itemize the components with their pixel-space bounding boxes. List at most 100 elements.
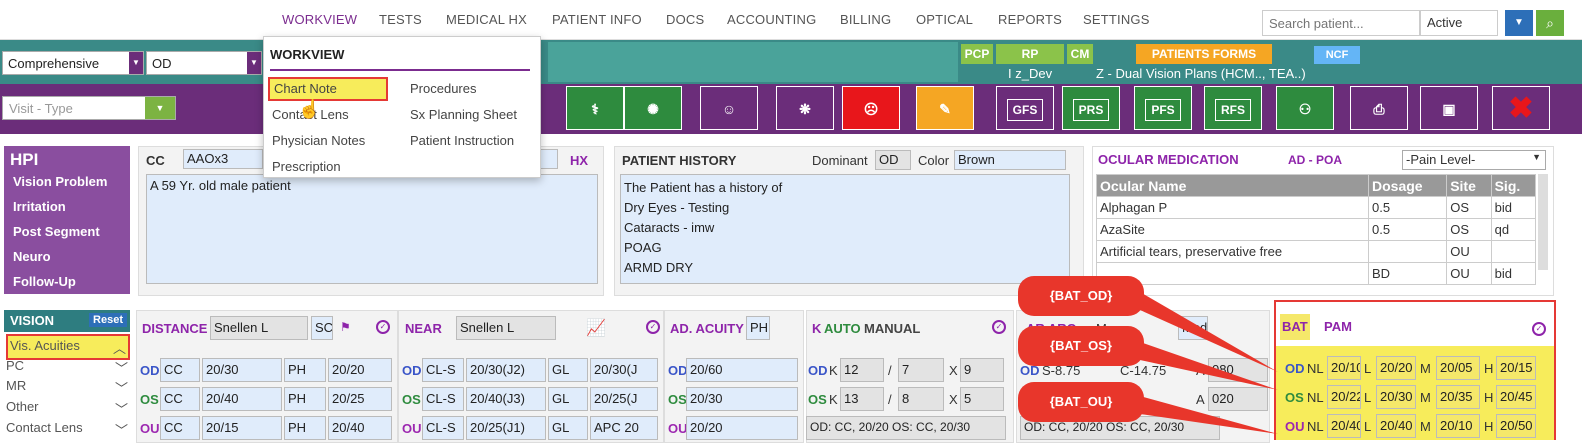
near-od-c2[interactable]: 20/30(J2) bbox=[466, 358, 546, 382]
hpi-irritation[interactable]: Irritation bbox=[13, 199, 66, 214]
bat-ou-m[interactable]: 20/10 bbox=[1436, 414, 1480, 438]
table-row[interactable]: Artificial tears, preservative free OU bbox=[1096, 240, 1537, 263]
distance-od-c4[interactable]: 20/20 bbox=[328, 358, 392, 382]
nav-accounting[interactable]: ACCOUNTING bbox=[727, 12, 816, 27]
bat-ou-l[interactable]: 20/40 bbox=[1376, 414, 1416, 438]
hpi-follow-up[interactable]: Follow-Up bbox=[13, 274, 76, 289]
check-icon[interactable]: ✓ bbox=[992, 320, 1006, 334]
pam-tab[interactable]: PAM bbox=[1324, 319, 1352, 334]
prs-button[interactable]: PRS bbox=[1062, 86, 1120, 130]
hpi-neuro[interactable]: Neuro bbox=[13, 249, 51, 264]
ad-acuity-ou[interactable]: 20/20 bbox=[686, 416, 798, 440]
distance-os-c4[interactable]: 20/25 bbox=[328, 387, 392, 411]
vision-item-contact-lens[interactable]: Contact Lens ﹀ bbox=[6, 420, 130, 438]
bat-od-l[interactable]: 20/20 bbox=[1376, 356, 1416, 380]
nav-patient-info[interactable]: PATIENT INFO bbox=[552, 12, 642, 27]
pain-level-select[interactable]: -Pain Level- ▼ bbox=[1402, 150, 1546, 170]
nav-workview[interactable]: WORKVIEW bbox=[282, 12, 358, 38]
menu-patient-instruction[interactable]: Patient Instruction bbox=[410, 133, 514, 148]
flag-icon[interactable]: ⚑ bbox=[340, 320, 351, 334]
pfs-button[interactable]: PFS bbox=[1134, 86, 1192, 130]
distance-chart-select[interactable]: Snellen L bbox=[210, 316, 308, 340]
near-ou-c4[interactable]: APC 20 bbox=[590, 416, 658, 440]
scrollbar[interactable] bbox=[1538, 174, 1548, 270]
nav-billing[interactable]: BILLING bbox=[840, 12, 891, 27]
ncf-tag[interactable]: NCF bbox=[1314, 46, 1360, 64]
bat-os-nl[interactable]: 20/22 bbox=[1327, 385, 1361, 409]
bat-ou-h[interactable]: 20/50 bbox=[1496, 414, 1536, 438]
bat-od-nl[interactable]: 20/10 bbox=[1327, 356, 1361, 380]
near-od-c3[interactable]: GL bbox=[548, 358, 588, 382]
chart-icon[interactable]: 📈 bbox=[586, 318, 606, 338]
near-ou-c1[interactable]: CL-S bbox=[422, 416, 464, 440]
distance-od-c1[interactable]: CC bbox=[160, 358, 200, 382]
vision-item-pc[interactable]: PC ﹀ bbox=[6, 358, 130, 376]
nav-tests[interactable]: TESTS bbox=[379, 12, 422, 27]
k-od-a[interactable]: 12 bbox=[840, 358, 884, 382]
nav-settings[interactable]: SETTINGS bbox=[1083, 12, 1150, 27]
k-summary[interactable]: OD: CC, 20/20 OS: CC, 20/30 bbox=[806, 416, 1006, 440]
near-ou-c3[interactable]: GL bbox=[548, 416, 588, 440]
eye-select[interactable]: OD ▼ bbox=[146, 51, 262, 75]
ad-acuity-os[interactable]: 20/30 bbox=[686, 387, 798, 411]
check-icon[interactable]: ✓ bbox=[376, 320, 390, 334]
table-row[interactable]: AzaSite 0.5 OS qd bbox=[1096, 218, 1537, 241]
distance-ou-c1[interactable]: CC bbox=[160, 416, 200, 440]
chevron-down-icon[interactable]: ▼ bbox=[1505, 10, 1533, 36]
near-os-c2[interactable]: 20/40(J3) bbox=[466, 387, 546, 411]
search-icon[interactable]: ⌕ bbox=[1536, 10, 1564, 36]
printer-icon[interactable]: ⎙ bbox=[1350, 86, 1408, 130]
nav-optical[interactable]: OPTICAL bbox=[916, 12, 973, 27]
hx-link[interactable]: HX bbox=[570, 153, 588, 168]
ad-acuity-ph[interactable]: PH bbox=[746, 316, 770, 340]
patients-forms-button[interactable]: PATIENTS FORMS bbox=[1136, 44, 1272, 64]
doctors-icon[interactable]: ⚇ bbox=[1276, 86, 1334, 130]
near-ou-c2[interactable]: 20/25(J1) bbox=[466, 416, 546, 440]
nav-reports[interactable]: REPORTS bbox=[998, 12, 1062, 27]
bat-os-h[interactable]: 20/45 bbox=[1496, 385, 1536, 409]
check-icon[interactable]: ✓ bbox=[1532, 322, 1546, 336]
cm-tag[interactable]: CM bbox=[1067, 44, 1093, 64]
distance-os-c1[interactable]: CC bbox=[160, 387, 200, 411]
consult-icon[interactable]: ☺ bbox=[700, 86, 758, 130]
near-os-c3[interactable]: GL bbox=[548, 387, 588, 411]
bat-tab[interactable]: BAT bbox=[1280, 314, 1310, 340]
near-chart-select[interactable]: Snellen L bbox=[456, 316, 556, 340]
menu-prescription[interactable]: Prescription bbox=[272, 159, 341, 174]
distance-os-c2[interactable]: 20/40 bbox=[202, 387, 282, 411]
bat-od-h[interactable]: 20/15 bbox=[1496, 356, 1536, 380]
close-icon[interactable]: ✖ bbox=[1492, 86, 1550, 130]
distance-od-c2[interactable]: 20/30 bbox=[202, 358, 282, 382]
table-row[interactable]: Alphagan P 0.5 OS bid bbox=[1096, 196, 1537, 219]
rp-tag[interactable]: RP bbox=[996, 44, 1064, 64]
distance-os-c3[interactable]: PH bbox=[284, 387, 326, 411]
menu-chart-note[interactable]: Chart Note bbox=[268, 77, 388, 101]
hpi-vision-problem[interactable]: Vision Problem bbox=[13, 174, 107, 189]
vision-item-mr[interactable]: MR ﹀ bbox=[6, 378, 130, 396]
k-od-b[interactable]: 7 bbox=[898, 358, 944, 382]
patient-exam-icon[interactable]: ⚕ bbox=[566, 86, 624, 130]
menu-sx-planning-sheet[interactable]: Sx Planning Sheet bbox=[410, 107, 517, 122]
status-select[interactable]: Active bbox=[1420, 10, 1498, 36]
eye-color-input[interactable]: Brown bbox=[954, 150, 1066, 170]
manual-tab[interactable]: MANUAL bbox=[864, 321, 920, 336]
near-od-c4[interactable]: 20/30(J bbox=[590, 358, 658, 382]
bat-od-m[interactable]: 20/05 bbox=[1436, 356, 1480, 380]
visit-type-select[interactable]: Visit - Type ▼ bbox=[2, 96, 176, 120]
nav-medical-hx[interactable]: MEDICAL HX bbox=[446, 12, 527, 27]
brain-book-icon[interactable]: ❋ bbox=[776, 86, 834, 130]
bat-ou-nl[interactable]: 20/40 bbox=[1327, 414, 1361, 438]
k-os-b[interactable]: 8 bbox=[898, 387, 944, 411]
k-os-c[interactable]: 5 bbox=[960, 387, 1004, 411]
search-patient-input[interactable] bbox=[1262, 10, 1420, 36]
bat-os-m[interactable]: 20/35 bbox=[1436, 385, 1480, 409]
reset-button[interactable]: Reset bbox=[89, 313, 127, 327]
distance-ou-c2[interactable]: 20/15 bbox=[202, 416, 282, 440]
check-icon[interactable]: ✓ bbox=[646, 320, 660, 334]
ad-acuity-od[interactable]: 20/60 bbox=[686, 358, 798, 382]
menu-procedures[interactable]: Procedures bbox=[410, 81, 476, 96]
k-od-c[interactable]: 9 bbox=[960, 358, 1004, 382]
sc-toggle[interactable]: SC bbox=[311, 316, 333, 340]
pcp-tag[interactable]: PCP bbox=[961, 44, 993, 64]
bat-os-l[interactable]: 20/30 bbox=[1376, 385, 1416, 409]
